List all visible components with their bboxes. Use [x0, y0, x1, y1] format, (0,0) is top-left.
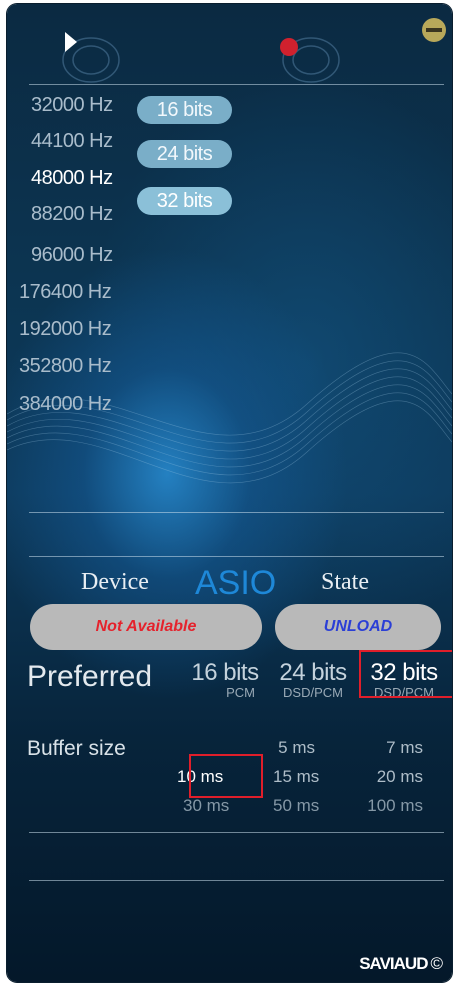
buffer-option[interactable]: 50 ms: [273, 796, 333, 816]
minimize-button[interactable]: [422, 18, 446, 42]
brand-logo: SAVIAUD ©: [359, 954, 443, 974]
highlight-box-buffer: [189, 754, 263, 798]
asio-title: ASIO: [195, 564, 277, 602]
sample-rate-item-selected[interactable]: 48000 Hz: [31, 167, 113, 190]
buffer-size-label: Buffer size: [27, 737, 126, 760]
buffer-option[interactable]: 100 ms: [353, 796, 423, 816]
preferred-label: Preferred: [27, 660, 153, 693]
sample-rate-item[interactable]: 32000 Hz: [31, 94, 113, 117]
buffer-option[interactable]: 15 ms: [273, 767, 333, 787]
divider-bottom-2: [29, 880, 444, 881]
brand-logo-mark: ©: [430, 954, 442, 973]
divider-mid-2: [29, 556, 444, 557]
buffer-option[interactable]: 7 ms: [363, 738, 423, 758]
bit-depth-pill[interactable]: 24 bits: [137, 140, 232, 168]
state-label: State: [321, 569, 369, 595]
device-status-button[interactable]: Not Available: [30, 604, 262, 650]
wave-decoration: [7, 352, 452, 484]
buffer-option[interactable]: 30 ms: [183, 796, 243, 816]
divider-top: [29, 84, 444, 85]
highlight-box-preferred: [359, 650, 452, 698]
preferred-option-bits: 24 bits: [279, 659, 347, 686]
preferred-option-16[interactable]: 16 bits PCM: [185, 660, 265, 700]
buffer-option[interactable]: 5 ms: [255, 738, 315, 758]
sample-rate-item[interactable]: 44100 Hz: [31, 130, 113, 153]
preferred-option-format: PCM: [226, 685, 255, 700]
sample-rate-item[interactable]: 176400 Hz: [19, 281, 112, 304]
sample-rate-item[interactable]: 96000 Hz: [31, 244, 113, 267]
divider-bottom-1: [29, 832, 444, 833]
state-unload-button[interactable]: UNLOAD: [275, 604, 441, 650]
brand-logo-text: SAVIAUD: [359, 954, 428, 973]
play-icon: [62, 32, 120, 83]
buffer-option[interactable]: 20 ms: [363, 767, 423, 787]
minus-icon: [426, 28, 442, 32]
player-panel: 32000 Hz 44100 Hz 48000 Hz 88200 Hz 9600…: [7, 4, 452, 982]
record-button[interactable]: [273, 24, 343, 84]
preferred-option-bits: 16 bits: [191, 659, 259, 686]
preferred-option-24[interactable]: 24 bits DSD/PCM: [271, 660, 355, 700]
device-label: Device: [81, 569, 149, 595]
preferred-option-format: DSD/PCM: [283, 685, 343, 700]
sample-rate-item[interactable]: 88200 Hz: [31, 203, 113, 226]
bit-depth-pill[interactable]: 16 bits: [137, 96, 232, 124]
record-icon: [280, 37, 340, 83]
play-button[interactable]: [55, 24, 125, 84]
bit-depth-pill-selected[interactable]: 32 bits: [137, 187, 232, 215]
divider-mid-1: [29, 512, 444, 513]
